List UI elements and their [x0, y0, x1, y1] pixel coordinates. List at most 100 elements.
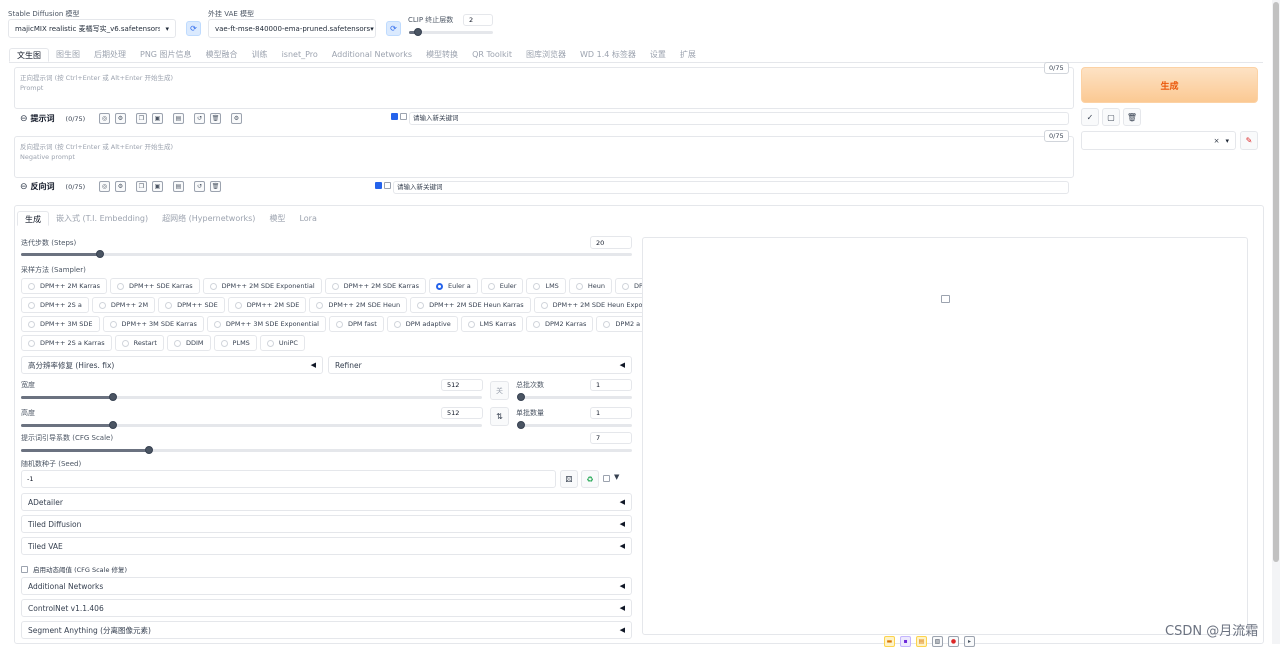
sampler-option[interactable]: DPM++ SDE Karras	[110, 278, 200, 294]
save-icon[interactable]: ▪	[900, 636, 911, 647]
bookmark-icon[interactable]: ▣	[152, 113, 163, 124]
tab-2[interactable]: 后期处理	[87, 48, 133, 62]
styles-dropdown[interactable]: × ▾	[1081, 131, 1236, 150]
sampler-option[interactable]: LMS Karras	[460, 316, 523, 332]
keyword-checkbox[interactable]	[391, 113, 398, 120]
tab-12[interactable]: 设置	[643, 48, 673, 62]
steps-slider[interactable]	[21, 253, 632, 256]
tab-13[interactable]: 扩展	[673, 48, 703, 62]
negative-section-header[interactable]: ⊖ 反向词 (0/75)	[20, 181, 85, 192]
dynamic-threshold-row[interactable]: 启用动态阈值 (CFG Scale 修复)	[21, 564, 127, 574]
keyword-checkbox-2[interactable]	[384, 182, 391, 189]
width-value[interactable]: 512	[441, 379, 483, 391]
batch-count-value[interactable]: 1	[590, 379, 632, 391]
lock-ratio-icon[interactable]: 关	[490, 381, 509, 400]
sampler-option[interactable]: Restart	[114, 335, 164, 351]
sampler-option[interactable]: DPM++ 2M Karras	[21, 278, 108, 294]
tab-1[interactable]: 图生图	[49, 48, 87, 62]
sampler-option[interactable]: DPM++ 3M SDE Exponential	[206, 316, 326, 332]
accordion-accordions-2[interactable]: Tiled VAE ◀	[21, 537, 632, 555]
sampler-option[interactable]: DPM++ 2M SDE	[227, 297, 307, 313]
accordion-accordions-1[interactable]: Tiled Diffusion ◀	[21, 515, 632, 533]
batch-size-value[interactable]: 1	[590, 407, 632, 419]
swap-dimensions-button[interactable]: ⇅	[490, 407, 509, 426]
tab-0[interactable]: 文生图	[9, 48, 49, 62]
pencil-icon[interactable]: ✎	[1240, 131, 1258, 150]
steps-slider-knob[interactable]	[96, 250, 104, 258]
prompt-keyword-input[interactable]: 请输入新关键词	[409, 112, 1069, 125]
refiner-accordion[interactable]: Refiner ◀	[328, 356, 632, 374]
sampler-option[interactable]: DDIM	[166, 335, 211, 351]
gear-icon[interactable]: ⚙	[115, 113, 126, 124]
page-scrollbar[interactable]	[1272, 0, 1280, 644]
subtab-0[interactable]: 生成	[17, 211, 49, 226]
dynamic-threshold-checkbox[interactable]	[21, 565, 28, 573]
sampler-option[interactable]: LMS	[526, 278, 566, 294]
tab-5[interactable]: 训练	[245, 48, 275, 62]
batch-size-slider[interactable]	[517, 424, 632, 427]
generate-button[interactable]: 生成	[1081, 67, 1258, 103]
sampler-option[interactable]: DPM adaptive	[386, 316, 458, 332]
width-slider-knob[interactable]	[109, 393, 117, 401]
sampler-option[interactable]: DPM++ 3M SDE	[21, 316, 100, 332]
clipboard-icon[interactable]: ▢	[1102, 108, 1120, 126]
copy-icon[interactable]: ❐	[136, 113, 147, 124]
clip-slider-knob[interactable]	[414, 28, 422, 36]
gallery-icon[interactable]: ▤	[173, 113, 184, 124]
keyword-checkbox-2[interactable]	[400, 113, 407, 120]
tab-10[interactable]: 图库浏览器	[519, 48, 573, 62]
sampler-option[interactable]: DPM++ 2M SDE Heun	[309, 297, 408, 313]
batch-count-slider[interactable]	[517, 396, 632, 399]
batch-size-slider-knob[interactable]	[517, 421, 525, 429]
trash-icon[interactable]: 🗑	[1123, 108, 1141, 126]
sampler-option[interactable]: DPM fast	[328, 316, 384, 332]
collapse-icon[interactable]: ⊖	[20, 182, 28, 192]
negative-prompt-textarea[interactable]: 反向提示词 (按 Ctrl+Enter 或 Alt+Enter 开始生成) Ne…	[14, 136, 1074, 178]
refresh-icon[interactable]: ⟳	[186, 21, 201, 36]
tab-7[interactable]: Additional Networks	[325, 48, 419, 62]
image-icon[interactable]: ▧	[932, 636, 943, 647]
subtab-4[interactable]: Lora	[292, 211, 323, 226]
cfg-slider[interactable]	[21, 449, 632, 452]
sampler-option[interactable]: Heun	[568, 278, 612, 294]
steps-value[interactable]: 20	[590, 236, 632, 249]
sampler-option[interactable]: DPM++ 2S a Karras	[21, 335, 112, 351]
tab-6[interactable]: isnet_Pro	[275, 48, 325, 62]
sampler-option[interactable]: DPM2 Karras	[525, 316, 594, 332]
height-slider[interactable]	[21, 424, 482, 427]
refresh-icon[interactable]: ⟳	[386, 21, 401, 36]
subtab-1[interactable]: 嵌入式 (T.I. Embedding)	[49, 211, 155, 226]
bookmark-icon[interactable]: ▣	[152, 181, 163, 192]
accordion-accordions2-0[interactable]: Additional Networks ◀	[21, 577, 632, 595]
tab-11[interactable]: WD 1.4 标签器	[573, 48, 643, 62]
gear-icon[interactable]: ⚙	[115, 181, 126, 192]
globe-icon[interactable]: ◎	[99, 181, 110, 192]
height-slider-knob[interactable]	[109, 421, 117, 429]
globe-icon[interactable]: ◎	[99, 113, 110, 124]
cfg-value[interactable]: 7	[590, 432, 632, 444]
zip-icon[interactable]: ▤	[916, 636, 927, 647]
sampler-option[interactable]: DPM++ 2M SDE Karras	[324, 278, 426, 294]
subtab-3[interactable]: 模型	[262, 211, 292, 226]
accordion-accordions-0[interactable]: ADetailer ◀	[21, 493, 632, 511]
batch-count-slider-knob[interactable]	[517, 393, 525, 401]
prompt-textarea[interactable]: 正向提示词 (按 Ctrl+Enter 或 Alt+Enter 开始生成) Pr…	[14, 67, 1074, 109]
vae-dropdown[interactable]: vae-ft-mse-840000-ema-pruned.safetensors…	[208, 19, 376, 38]
sampler-option[interactable]: PLMS	[213, 335, 257, 351]
cfg-slider-knob[interactable]	[145, 446, 153, 454]
history-icon[interactable]: ↺	[194, 181, 205, 192]
expand-triangle-icon[interactable]: ▼	[614, 473, 619, 481]
tab-9[interactable]: QR Toolkit	[465, 48, 519, 62]
sd-model-dropdown[interactable]: majicMIX realistic 麦橘写实_v6.safetensors […	[8, 19, 176, 38]
gallery-icon[interactable]: ▤	[173, 181, 184, 192]
clip-value[interactable]: 2	[463, 14, 493, 26]
sampler-option[interactable]: Euler	[480, 278, 524, 294]
hires-fix-accordion[interactable]: 高分辨率修复 (Hires. fix) ◀	[21, 356, 323, 374]
tab-3[interactable]: PNG 图片信息	[133, 48, 199, 62]
keyword-checkbox[interactable]	[375, 182, 382, 189]
sampler-option[interactable]: DPM++ 3M SDE Karras	[102, 316, 204, 332]
negative-keyword-input[interactable]: 请输入新关键词	[393, 181, 1069, 194]
check-icon[interactable]: ✓	[1081, 108, 1099, 126]
recycle-icon[interactable]: ♻	[581, 470, 599, 488]
accordion-accordions2-1[interactable]: ControlNet v1.1.406 ◀	[21, 599, 632, 617]
